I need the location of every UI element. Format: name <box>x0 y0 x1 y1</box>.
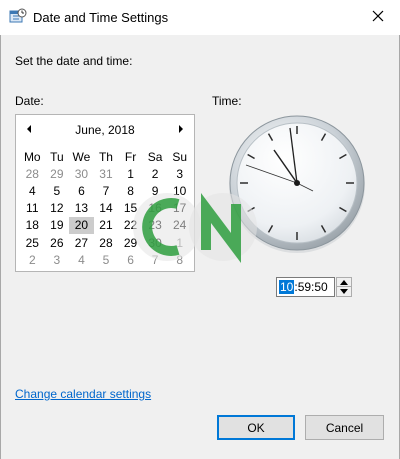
date-label: Date: <box>15 94 44 108</box>
calendar-nav: June, 2018 <box>16 122 194 138</box>
day-header: Fr <box>124 149 137 164</box>
calendar-clock-icon <box>9 8 27 24</box>
caret-down-icon[interactable] <box>337 287 351 296</box>
day-header: Th <box>98 149 113 164</box>
day-header: We <box>72 149 91 164</box>
day-header: Sa <box>147 149 163 164</box>
day-header: Su <box>172 149 187 164</box>
window-title: Date and Time Settings <box>33 10 169 25</box>
close-button[interactable] <box>356 0 400 34</box>
calendar-day[interactable]: 7 <box>143 251 168 268</box>
calendar-day[interactable]: 7 <box>94 182 119 199</box>
calendar-day[interactable]: 28 <box>20 165 45 182</box>
calendar-month-label[interactable]: June, 2018 <box>16 123 194 137</box>
calendar-day[interactable]: 4 <box>69 251 94 268</box>
calendar-day[interactable]: 30 <box>143 234 168 251</box>
calendar-day[interactable]: 11 <box>20 200 45 217</box>
calendar-day[interactable]: 23 <box>143 217 168 234</box>
calendar-day[interactable]: 27 <box>69 234 94 251</box>
cancel-button[interactable]: Cancel <box>305 415 384 440</box>
calendar-day[interactable]: 28 <box>94 234 119 251</box>
calendar-day[interactable]: 13 <box>69 200 94 217</box>
calendar-day[interactable]: 1 <box>118 165 143 182</box>
calendar-day[interactable]: 25 <box>20 234 45 251</box>
calendar-day[interactable]: 2 <box>20 251 45 268</box>
calendar-day[interactable]: 29 <box>45 165 70 182</box>
calendar-day[interactable]: 17 <box>167 200 192 217</box>
time-spinner[interactable] <box>336 277 352 297</box>
calendar-day[interactable]: 9 <box>143 182 168 199</box>
calendar-day[interactable]: 1 <box>167 234 192 251</box>
calendar-day[interactable]: 8 <box>118 182 143 199</box>
change-calendar-settings-link[interactable]: Change calendar settings <box>15 387 151 401</box>
calendar-day[interactable]: 31 <box>94 165 119 182</box>
time-minutes-seconds[interactable]: :59:50 <box>294 280 327 294</box>
day-header: Tu <box>50 149 64 164</box>
caret-up-icon[interactable] <box>337 278 351 287</box>
calendar-day[interactable]: 12 <box>45 200 70 217</box>
chevron-right-icon[interactable] <box>176 123 186 135</box>
calendar-day[interactable]: 4 <box>20 182 45 199</box>
calendar: June, 2018 Mo Tu We Th Fr Sa Su 28 29 30 31 1 2 3 4 5 6 7… <box>15 114 195 272</box>
instructions-text: Set the date and time: <box>15 54 133 68</box>
time-label: Time: <box>212 94 242 108</box>
calendar-day[interactable]: 3 <box>45 251 70 268</box>
calendar-day[interactable]: 16 <box>143 200 168 217</box>
calendar-day[interactable]: 2 <box>143 165 168 182</box>
time-input[interactable]: 10 :59:50 <box>276 277 335 297</box>
analog-clock <box>227 113 367 253</box>
calendar-day[interactable]: 22 <box>118 217 143 234</box>
calendar-day[interactable]: 5 <box>94 251 119 268</box>
calendar-day[interactable]: 30 <box>69 165 94 182</box>
calendar-day[interactable]: 15 <box>118 200 143 217</box>
calendar-grid: Mo Tu We Th Fr Sa Su 28 29 30 31 1 2 3 4 5 6 7 8 9 10 11 12 13 1… <box>20 148 192 268</box>
calendar-day[interactable]: 3 <box>167 165 192 182</box>
day-header: Mo <box>23 149 41 164</box>
calendar-day-selected[interactable]: 20 <box>69 216 94 234</box>
calendar-day[interactable]: 26 <box>45 234 70 251</box>
calendar-day[interactable]: 6 <box>118 251 143 268</box>
calendar-day[interactable]: 19 <box>45 217 70 234</box>
calendar-day[interactable]: 18 <box>20 217 45 234</box>
ok-button[interactable]: OK <box>217 415 295 440</box>
calendar-day[interactable]: 6 <box>69 182 94 199</box>
calendar-day[interactable]: 10 <box>167 182 192 199</box>
calendar-day[interactable]: 8 <box>167 251 192 268</box>
close-icon <box>372 10 384 25</box>
calendar-day[interactable]: 29 <box>118 234 143 251</box>
calendar-day[interactable]: 24 <box>167 217 192 234</box>
calendar-day[interactable]: 14 <box>94 200 119 217</box>
title-bar: Date and Time Settings <box>0 0 400 35</box>
time-hours-selection[interactable]: 10 <box>279 280 295 294</box>
calendar-day[interactable]: 21 <box>94 217 119 234</box>
calendar-day[interactable]: 5 <box>45 182 70 199</box>
